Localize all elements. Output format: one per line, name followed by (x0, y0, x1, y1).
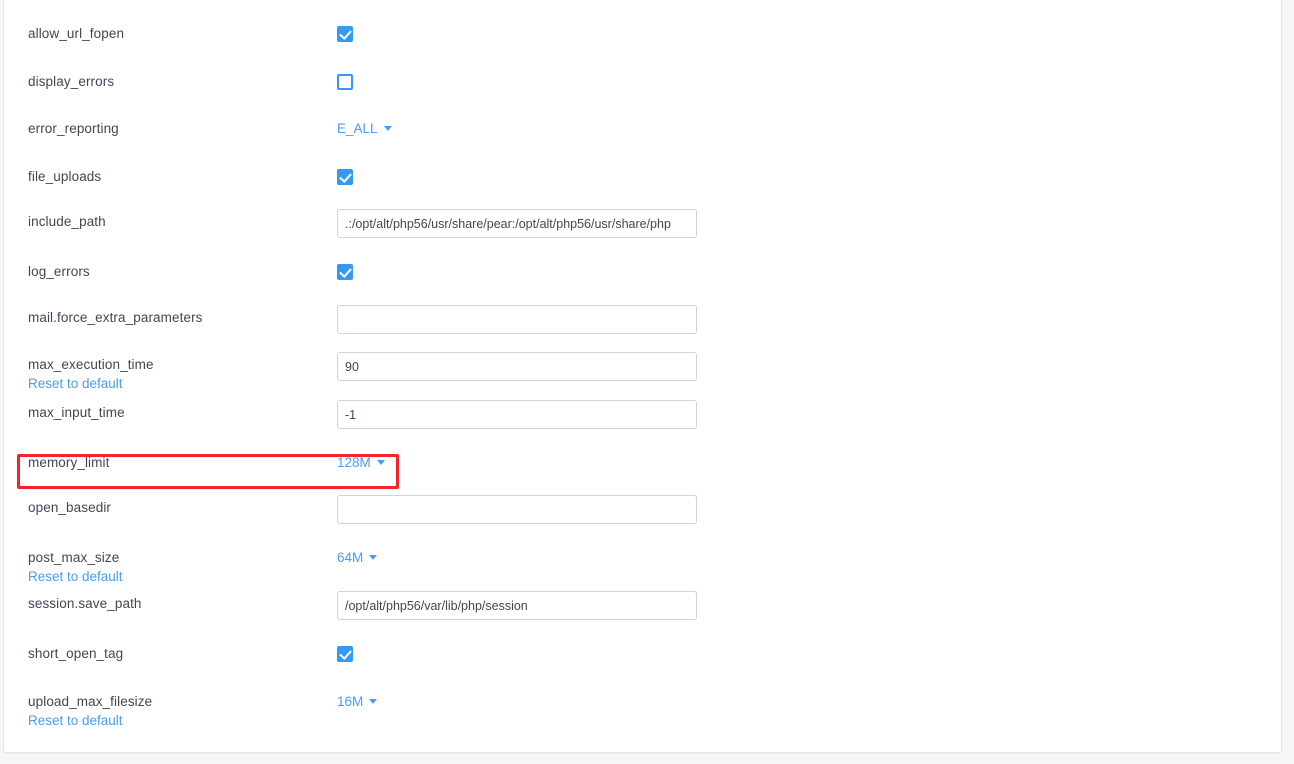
control-session.save_path (337, 591, 697, 620)
control-upload_max_filesize: 16M (337, 693, 378, 711)
dropdown-error_reporting[interactable]: E_ALL (337, 121, 392, 137)
setting-row-mail.force_extra_parameters: mail.force_extra_parameters (4, 305, 1281, 356)
dropdown-memory_limit[interactable]: 128M (337, 455, 385, 471)
setting-label-display_errors: display_errors (28, 74, 115, 89)
setting-label-session.save_path: session.save_path (28, 596, 142, 611)
php-settings-form: allow_url_fopen display_errors error_repor… (4, 0, 1281, 752)
dropdown-value-post_max_size: 64M (337, 550, 364, 565)
dropdown-value-error_reporting: E_ALL (337, 121, 378, 136)
input-mail.force_extra_parameters[interactable] (337, 305, 697, 334)
input-include_path[interactable] (337, 209, 697, 238)
reset-to-default-link-upload_max_filesize[interactable]: Reset to default (28, 713, 123, 728)
setting-row-file_uploads: file_uploads (4, 167, 1281, 215)
checkbox-allow_url_fopen[interactable] (337, 25, 353, 42)
setting-row-upload_max_filesize: upload_max_filesize Reset to default 16M (4, 692, 1281, 740)
dropdown-value-upload_max_filesize: 16M (337, 694, 364, 709)
input-open_basedir[interactable] (337, 495, 697, 524)
input-session.save_path[interactable] (337, 591, 697, 620)
setting-row-error_reporting: error_reporting E_ALL (4, 119, 1281, 167)
php-settings-card: allow_url_fopen display_errors error_repor… (3, 0, 1282, 753)
checkbox-short_open_tag[interactable] (337, 645, 353, 662)
reset-to-default-link-max_execution_time[interactable]: Reset to default (28, 376, 123, 391)
setting-label-max_input_time: max_input_time (28, 405, 125, 420)
setting-label-open_basedir: open_basedir (28, 500, 112, 515)
control-open_basedir (337, 495, 697, 524)
setting-label-file_uploads: file_uploads (28, 169, 102, 184)
checkbox-file_uploads[interactable] (337, 168, 353, 185)
control-post_max_size: 64M (337, 549, 378, 567)
reset-to-default-link-post_max_size[interactable]: Reset to default (28, 569, 123, 584)
control-mail.force_extra_parameters (337, 305, 697, 334)
input-max_execution_time[interactable] (337, 352, 697, 381)
checkbox-log_errors[interactable] (337, 263, 353, 280)
setting-label-max_execution_time: max_execution_time (28, 357, 154, 372)
setting-row-max_input_time: max_input_time (4, 400, 1281, 451)
dropdown-upload_max_filesize[interactable]: 16M (337, 694, 378, 710)
dropdown-value-memory_limit: 128M (337, 455, 371, 470)
setting-label-short_open_tag: short_open_tag (28, 646, 124, 661)
input-max_input_time[interactable] (337, 400, 697, 429)
setting-label-include_path: include_path (28, 214, 106, 229)
setting-row-open_basedir: open_basedir (4, 495, 1281, 546)
control-max_input_time (337, 400, 697, 429)
setting-label-upload_max_filesize: upload_max_filesize (28, 694, 153, 709)
control-include_path (337, 209, 697, 238)
setting-row-include_path: include_path (4, 209, 1281, 260)
control-file_uploads (337, 168, 353, 186)
setting-row-memory_limit: memory_limit 128M (4, 453, 1281, 501)
setting-label-log_errors: log_errors (28, 264, 90, 279)
control-error_reporting: E_ALL (337, 120, 392, 138)
chevron-down-icon (376, 460, 385, 465)
setting-label-allow_url_fopen: allow_url_fopen (28, 26, 125, 41)
setting-label-memory_limit: memory_limit (28, 455, 110, 470)
checkbox-display_errors[interactable] (337, 73, 353, 90)
control-memory_limit: 128M (337, 454, 385, 472)
setting-row-max_execution_time: max_execution_time Reset to default (4, 352, 1281, 403)
setting-row-log_errors: log_errors (4, 262, 1281, 310)
setting-row-session.save_path: session.save_path (4, 591, 1281, 642)
setting-label-mail.force_extra_parameters: mail.force_extra_parameters (28, 310, 203, 325)
setting-row-post_max_size: post_max_size Reset to default 64M (4, 548, 1281, 596)
setting-row-display_errors: display_errors (4, 72, 1281, 120)
chevron-down-icon (383, 126, 392, 131)
setting-row-allow_url_fopen: allow_url_fopen (4, 24, 1281, 72)
control-log_errors (337, 263, 353, 281)
chevron-down-icon (369, 555, 378, 560)
control-display_errors (337, 73, 353, 91)
setting-label-post_max_size: post_max_size (28, 550, 120, 565)
chevron-down-icon (369, 699, 378, 704)
control-max_execution_time (337, 352, 697, 381)
dropdown-post_max_size[interactable]: 64M (337, 550, 378, 566)
setting-row-short_open_tag: short_open_tag (4, 644, 1281, 692)
setting-label-error_reporting: error_reporting (28, 121, 119, 136)
control-allow_url_fopen (337, 25, 353, 43)
control-short_open_tag (337, 645, 353, 663)
